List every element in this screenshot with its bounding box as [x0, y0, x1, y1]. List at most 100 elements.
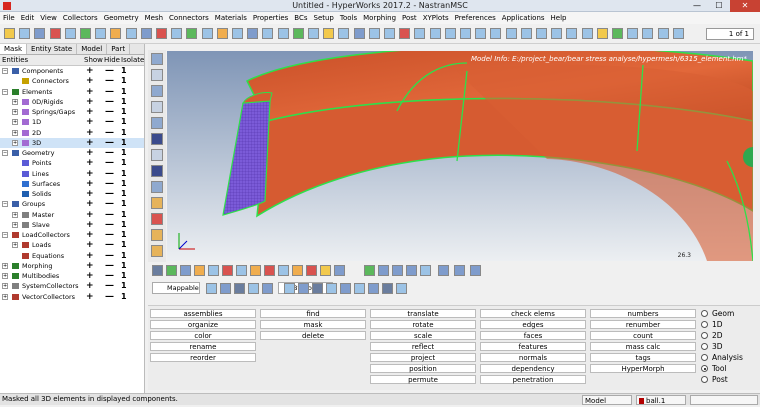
model-tool-icon[interactable]: [208, 265, 219, 276]
toolbar-tool-icon[interactable]: [277, 28, 289, 39]
expand-icon[interactable]: +: [12, 242, 18, 249]
isolate-button[interactable]: 1: [121, 199, 127, 209]
expand-icon[interactable]: +: [12, 129, 18, 136]
model-tool-icon[interactable]: [320, 265, 331, 276]
toolbar-tool-icon[interactable]: [232, 28, 243, 39]
toolbar-tool-icon[interactable]: [475, 28, 487, 39]
show-button[interactable]: +: [86, 169, 94, 179]
display-tool-icon[interactable]: [206, 283, 217, 294]
model-tool-icon[interactable]: [406, 265, 417, 276]
model-tool-icon[interactable]: [264, 265, 275, 276]
hide-button[interactable]: —: [105, 271, 114, 281]
show-button[interactable]: +: [86, 128, 94, 138]
model-tool-icon[interactable]: [180, 265, 191, 276]
menu-connectors[interactable]: Connectors: [166, 12, 212, 24]
toolbar-tool-icon[interactable]: [520, 28, 532, 39]
page-radio-geom[interactable]: Geom: [701, 308, 734, 319]
expand-icon[interactable]: +: [2, 273, 8, 279]
collapse-icon[interactable]: −: [2, 201, 8, 208]
page-radio-tool[interactable]: Tool: [701, 363, 727, 374]
radio-indicator-icon[interactable]: [701, 365, 708, 372]
menu-bcs[interactable]: BCs: [291, 12, 310, 24]
toolbar-tool-icon[interactable]: [80, 28, 91, 39]
model-tool-icon[interactable]: [454, 265, 465, 276]
hide-button[interactable]: —: [105, 189, 114, 199]
show-button[interactable]: +: [86, 261, 94, 271]
toolbar-tool-icon[interactable]: [536, 28, 547, 39]
toolbar-tool-icon[interactable]: [444, 28, 456, 39]
display-tool-icon[interactable]: [262, 283, 273, 294]
menu-setup[interactable]: Setup: [311, 12, 337, 24]
mass-calc-panel-button[interactable]: mass calc: [590, 342, 696, 351]
show-button[interactable]: +: [86, 158, 94, 168]
tree-row-0d-rigids[interactable]: +0D/Rigids + — 1: [0, 97, 144, 107]
radio-indicator-icon[interactable]: [701, 332, 708, 339]
numbers-panel-button[interactable]: numbers: [590, 309, 696, 318]
toolbar-tool-icon[interactable]: [64, 28, 76, 39]
show-button[interactable]: +: [86, 220, 94, 230]
expand-icon[interactable]: +: [12, 119, 18, 126]
tree-row-loads[interactable]: + Loads + — 1: [0, 240, 144, 250]
isolate-button[interactable]: 1: [121, 292, 127, 302]
tags-panel-button[interactable]: tags: [590, 353, 696, 362]
menu-edit[interactable]: Edit: [18, 12, 38, 24]
isolate-button[interactable]: 1: [121, 220, 127, 230]
toolbar-tool-icon[interactable]: [19, 28, 31, 39]
model-tool-icon[interactable]: [420, 265, 431, 276]
column-show[interactable]: Show: [84, 55, 103, 66]
show-button[interactable]: +: [86, 210, 94, 220]
toolbar-tool-icon[interactable]: [292, 28, 304, 39]
hide-button[interactable]: —: [105, 87, 114, 97]
menu-geometry[interactable]: Geometry: [101, 12, 142, 24]
rename-panel-button[interactable]: rename: [150, 342, 256, 351]
mask-panel-button[interactable]: mask: [260, 320, 366, 329]
model-tool-icon[interactable]: [364, 265, 375, 276]
menu-materials[interactable]: Materials: [212, 12, 250, 24]
show-button[interactable]: +: [86, 138, 94, 148]
view-tool-icon[interactable]: [151, 181, 163, 193]
show-button[interactable]: +: [86, 148, 94, 158]
tree-row-master[interactable]: + Master + — 1: [0, 210, 144, 220]
view-tool-icon[interactable]: [151, 245, 163, 257]
column-hide[interactable]: Hide: [104, 55, 120, 66]
radio-indicator-icon[interactable]: [701, 343, 708, 350]
dependency-panel-button[interactable]: dependency: [480, 364, 586, 373]
tree-row-morphing[interactable]: + Morphing + — 1: [0, 261, 144, 271]
graphics-viewport[interactable]: Model Info: E:/project_bear/bear stress …: [167, 51, 753, 261]
expand-icon[interactable]: +: [12, 109, 18, 115]
penetration-panel-button[interactable]: penetration: [480, 375, 586, 384]
show-button[interactable]: +: [86, 281, 94, 291]
view-tool-icon[interactable]: [151, 229, 163, 241]
toolbar-tool-icon[interactable]: [171, 28, 183, 39]
view-tool-icon[interactable]: [151, 213, 163, 225]
toolbar-tool-icon[interactable]: [262, 28, 274, 39]
view-tool-icon[interactable]: [151, 149, 163, 161]
color-panel-button[interactable]: color: [150, 331, 256, 340]
display-tool-icon[interactable]: [234, 283, 245, 294]
show-button[interactable]: +: [86, 97, 94, 107]
page-radio-post[interactable]: Post: [701, 374, 728, 385]
find-panel-button[interactable]: find: [260, 309, 366, 318]
menu-help[interactable]: Help: [548, 12, 570, 24]
show-button[interactable]: +: [86, 230, 94, 240]
tree-row-multibodies[interactable]: + Multibodies + — 1: [0, 271, 144, 281]
isolate-button[interactable]: 1: [121, 261, 127, 271]
hide-button[interactable]: —: [105, 261, 114, 271]
toolbar-tool-icon[interactable]: [414, 28, 426, 39]
menu-tools[interactable]: Tools: [337, 12, 360, 24]
isolate-button[interactable]: 1: [121, 117, 127, 127]
view-tool-icon[interactable]: [151, 117, 163, 129]
model-tool-icon[interactable]: [222, 265, 233, 276]
tree-row-3d[interactable]: +3D + — 1: [0, 137, 144, 148]
collapse-icon[interactable]: −: [2, 88, 8, 95]
tree-row-1d[interactable]: +1D + — 1: [0, 117, 144, 127]
show-button[interactable]: +: [86, 271, 94, 281]
toolbar-tool-icon[interactable]: [247, 28, 259, 39]
tree-row-components[interactable]: − Components + — 1: [0, 66, 144, 76]
model-tool-icon[interactable]: [334, 265, 345, 276]
tree-row-systemcollectors[interactable]: + SystemCollectors + — 1: [0, 281, 144, 291]
page-radio-analysis[interactable]: Analysis: [701, 352, 743, 363]
hide-button[interactable]: —: [105, 292, 114, 302]
toolbar-tool-icon[interactable]: [384, 28, 395, 39]
features-panel-button[interactable]: features: [480, 342, 586, 351]
